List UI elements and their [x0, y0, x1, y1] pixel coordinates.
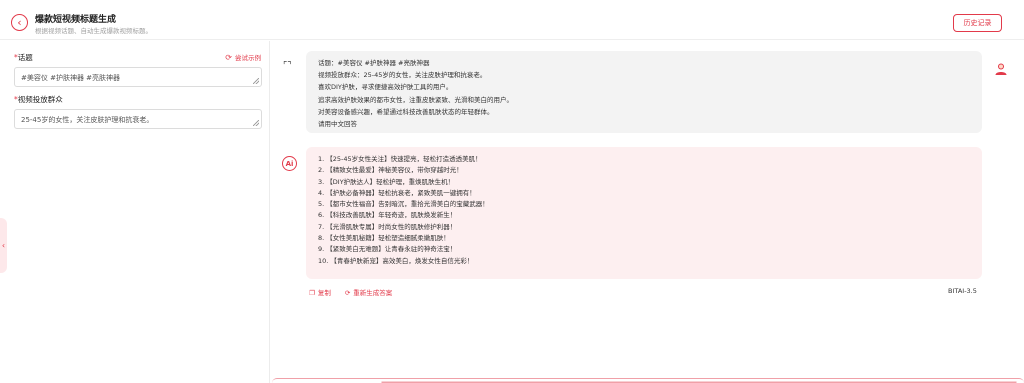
- audience-label: *视频投放群众: [14, 95, 63, 104]
- copy-icon: ❐: [309, 289, 315, 297]
- ai-message-bubble: 1. 【25-45岁女性关注】快速提亮，轻松打造透透美肌！ 2. 【精致女性最爱…: [306, 147, 982, 279]
- resize-handle-icon[interactable]: [253, 120, 259, 126]
- user-message-line: 追求高效护肤效果的都市女性，注重皮肤紧致、光滑和美白的用户。: [318, 95, 513, 104]
- ai-result-line: 7. 【光滑肌肤专属】时尚女性的肌肤修护利器！: [318, 222, 457, 231]
- app-header: ‹ 爆款短视频标题生成 根据视频话题、自动生成爆款视频标题。 历史记录: [0, 0, 1024, 40]
- audience-input[interactable]: 25-45岁的女性，关注皮肤护理和抗衰老。: [14, 109, 262, 129]
- page-title: 爆款短视频标题生成: [35, 15, 117, 25]
- refresh-icon: ⟳: [344, 289, 351, 297]
- ai-result-line: 3. 【DIY护肤达人】轻松护理，重焕肌肤生机！: [318, 177, 455, 186]
- ai-result-line: 1. 【25-45岁女性关注】快速提亮，轻松打造透透美肌！: [318, 155, 482, 163]
- collapse-panel-chevron-left-icon[interactable]: ‹: [0, 218, 7, 273]
- ai-result-line: 5. 【都市女性福音】告别暗沉，重拾光滑美白的宝藏武器！: [318, 200, 489, 209]
- expand-icon[interactable]: ⌜⌝: [283, 61, 291, 71]
- ai-result-line: 6. 【科技改善肌肤】年轻奇迹，肌肤焕发新生！: [318, 211, 457, 220]
- ai-result-line: 8. 【女性美肌秘籍】轻松塑造细腻柔嫩肌肤！: [318, 234, 450, 243]
- user-message-bubble: 话题：#美容仪 #护肤神器 #亮肤神器 视频投放群众：25-45岁的女性，关注皮…: [306, 51, 982, 133]
- model-label: BITAI-3.5: [948, 287, 977, 295]
- topic-input[interactable]: #美容仪 #护肤神器 #亮肤神器: [14, 67, 262, 87]
- topic-label: *话题: [14, 53, 33, 62]
- message-actions: ❐ 复制 ⟳ 重新生成答案: [309, 287, 392, 297]
- user-avatar-icon: [995, 63, 1007, 75]
- try-example-button[interactable]: ⟳ 尝试示例: [225, 52, 261, 62]
- user-message-line: 喜欢DIY护肤，寻求便捷高效护肤工具的用户。: [318, 83, 453, 92]
- ai-avatar-icon: Ai: [282, 156, 297, 171]
- history-button[interactable]: 历史记录: [953, 14, 1002, 32]
- ai-result-line: 2. 【精致女性最爱】神秘美容仪，带你穿越时光！: [318, 166, 463, 175]
- user-message-line: 视频投放群众：25-45岁的女性，关注皮肤护理和抗衰老。: [318, 71, 487, 80]
- user-message-line: 对美容设备感兴趣，希望通过科技改善肌肤状态的年轻群体。: [318, 107, 494, 116]
- regenerate-button[interactable]: ⟳ 重新生成答案: [345, 287, 392, 297]
- user-message-line: 请用中文回答: [318, 120, 357, 129]
- copy-button[interactable]: ❐ 复制: [309, 287, 331, 297]
- sync-icon: ⟳: [225, 53, 232, 62]
- resize-handle-icon[interactable]: [253, 78, 259, 84]
- back-chevron-left-icon[interactable]: ‹: [11, 14, 28, 31]
- ai-result-line: 10. 【青春护肤新宠】高效美白，焕发女性自信光彩！: [318, 256, 474, 265]
- ai-result-line: 4. 【护肤必备神器】轻松抗衰老，紧致美肌一键拥有！: [318, 188, 476, 197]
- input-panel: *话题 ⟳ 尝试示例 #美容仪 #护肤神器 #亮肤神器 *视频投放群众 25-45…: [0, 41, 270, 383]
- page-subtitle: 根据视频话题、自动生成爆款视频标题。: [35, 27, 152, 35]
- user-message-line: 话题：#美容仪 #护肤神器 #亮肤神器: [318, 59, 430, 67]
- ai-result-line: 9. 【紧致美白无难题】让青春永驻的神奇法宝！: [318, 245, 457, 254]
- chat-input-edge[interactable]: [272, 378, 1024, 383]
